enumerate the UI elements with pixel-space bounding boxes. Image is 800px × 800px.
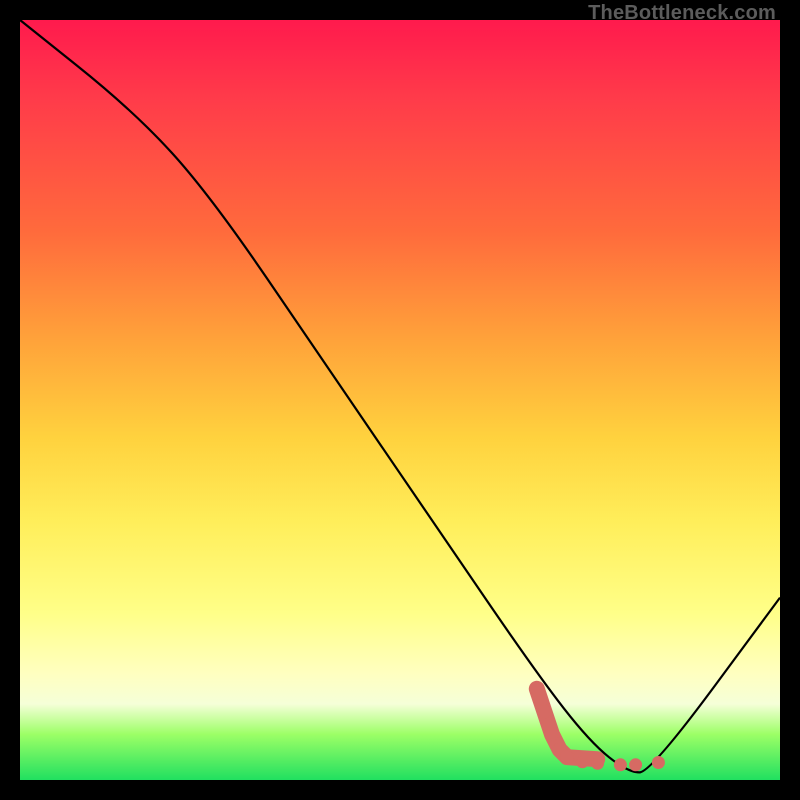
chart-svg [20, 20, 780, 780]
sweet-spot-marker [560, 750, 574, 764]
sweet-spot-marker [530, 682, 544, 696]
sweet-spot-marker [630, 759, 642, 771]
sweet-spot-marker [592, 757, 604, 769]
sweet-spot-marker [652, 757, 664, 769]
sweet-spot-marker [576, 756, 588, 768]
sweet-spot-marker [537, 705, 551, 719]
sweet-spot-marker [614, 759, 626, 771]
bottleneck-curve-line [20, 20, 780, 772]
sweet-spot-marker [545, 727, 559, 741]
sweet-spot-marker-group [530, 682, 665, 771]
